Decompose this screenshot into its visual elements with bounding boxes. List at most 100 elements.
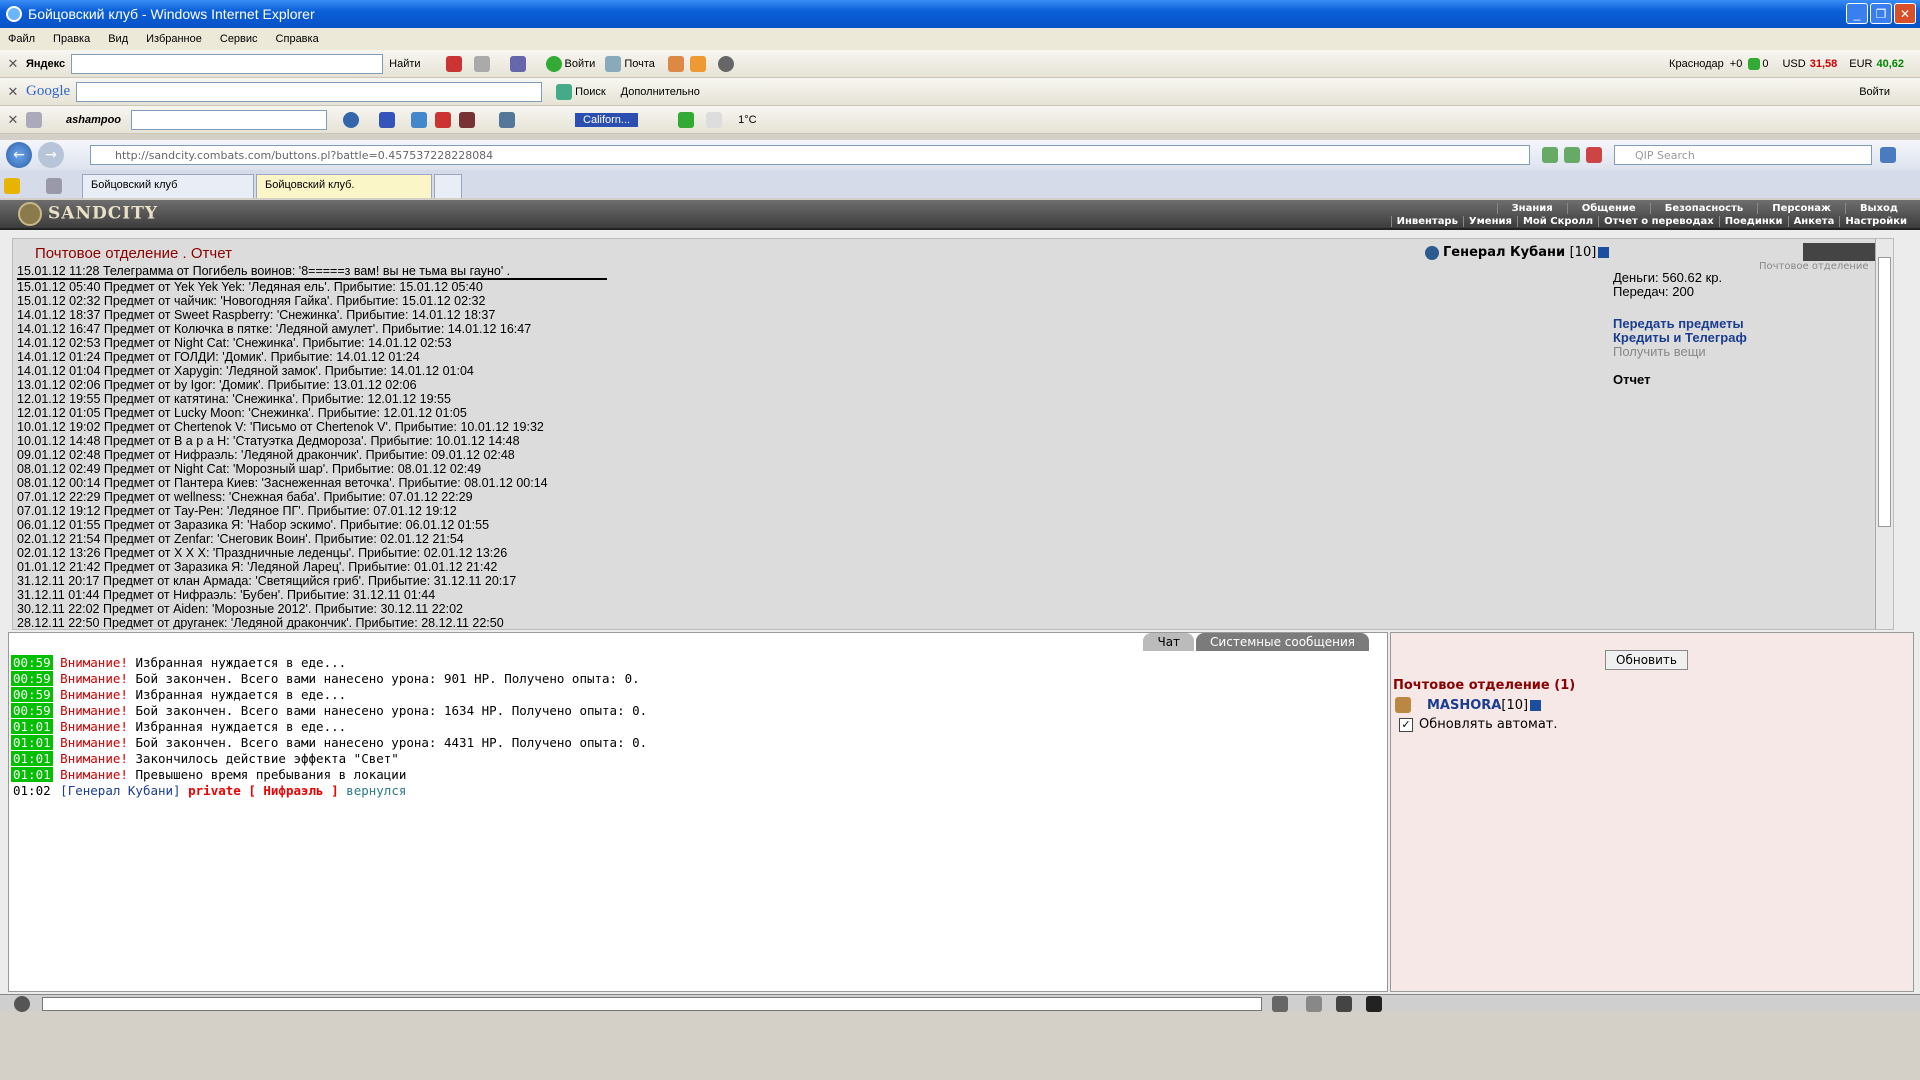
tab-system-messages[interactable]: Системные сообщения [1196, 633, 1369, 651]
nav-communication[interactable]: Общение [1566, 203, 1650, 214]
bookmark-icon[interactable] [445, 55, 462, 72]
auto-refresh-checkbox[interactable]: ✓ [1399, 717, 1413, 732]
menu-help[interactable]: Справка [276, 33, 319, 45]
yandex-search-input[interactable] [71, 53, 384, 74]
send-icon[interactable] [1272, 996, 1288, 1012]
nav-security[interactable]: Безопасность [1649, 203, 1758, 214]
go-icon[interactable] [1564, 147, 1580, 163]
chat-icon[interactable] [473, 55, 490, 72]
quick-tabs-icon[interactable] [46, 178, 62, 194]
app-icon[interactable] [411, 111, 428, 128]
credits-telegraph-link[interactable]: Кредиты и Телеграф [1613, 331, 1747, 345]
nav-profile[interactable]: Анкета [1787, 216, 1840, 227]
url-input[interactable]: http://sandcity.combats.com/buttons.pl?b… [90, 145, 1530, 165]
chat-time[interactable]: 00:59 [11, 655, 53, 670]
online-user[interactable]: MASHORA[10] [1427, 698, 1542, 713]
tab-fight-club-1[interactable]: Бойцовский клуб [82, 174, 254, 198]
chat-time[interactable]: 00:59 [11, 703, 53, 718]
download-icon[interactable] [678, 111, 695, 128]
qip-search-input[interactable]: QIP Search [1614, 145, 1872, 165]
bonus-icon[interactable] [667, 55, 684, 72]
yandex-mail-button[interactable]: Почта [605, 55, 655, 72]
nav-duels[interactable]: Поединки [1718, 216, 1788, 227]
record-icon[interactable] [459, 111, 476, 128]
weather-temp[interactable]: +0 [1730, 58, 1743, 70]
auto-refresh[interactable]: ✓ Обновлять автомат. [1399, 717, 1558, 732]
info-icon[interactable] [1530, 700, 1542, 711]
user-action-icon[interactable] [1395, 697, 1411, 713]
video-icon[interactable] [435, 111, 452, 128]
close-button[interactable]: ✕ [1894, 3, 1916, 24]
smile-icon[interactable] [14, 996, 30, 1012]
google-login-button[interactable]: Войти [1859, 86, 1890, 98]
eur-rate[interactable]: 40,62 [1876, 58, 1904, 70]
translate-icon[interactable] [509, 55, 526, 72]
menu-tools[interactable]: Сервис [220, 33, 258, 45]
globe-icon[interactable] [343, 111, 360, 128]
chat-time[interactable]: 01:01 [11, 767, 53, 782]
chat-time[interactable]: 01:01 [11, 735, 53, 750]
weather-value[interactable]: 1°C [738, 114, 756, 126]
facebook-icon[interactable] [379, 111, 396, 128]
nav-knowledge[interactable]: Знания [1496, 203, 1567, 214]
close-toolbar-icon[interactable]: ✕ [0, 84, 26, 100]
player-name[interactable]: Генерал Кубани [1443, 245, 1565, 260]
refresh-button[interactable]: Обновить [1605, 650, 1688, 670]
tab-fight-club-2[interactable]: Бойцовский клуб. [256, 174, 432, 198]
chat-time[interactable]: 01:01 [11, 751, 53, 766]
weather-icon[interactable] [499, 111, 516, 128]
menu-file[interactable]: Файл [8, 33, 35, 45]
stop-icon[interactable] [1586, 147, 1602, 163]
back-link[interactable]: Почтовое отделение [1759, 261, 1869, 272]
back-icon[interactable]: ← [6, 142, 32, 168]
scrollbar[interactable] [1875, 239, 1893, 629]
yandex-login-button[interactable]: Войти [545, 55, 595, 72]
ashampoo-search-input[interactable] [131, 109, 328, 130]
minimize-button[interactable]: _ [1846, 3, 1868, 24]
clear-icon[interactable] [1306, 996, 1322, 1012]
close-toolbar-icon[interactable]: ✕ [0, 112, 26, 128]
chat-private[interactable]: private [ Нифраэль ] [188, 783, 339, 798]
filter-icon[interactable] [1336, 996, 1352, 1012]
info-icon[interactable] [1598, 247, 1610, 258]
google-search-button[interactable]: Поиск [556, 83, 606, 100]
chat-input[interactable] [42, 997, 1262, 1011]
nav-scroll[interactable]: Мой Скролл [1516, 216, 1598, 227]
menu-icon[interactable] [26, 111, 42, 128]
tab-chat[interactable]: Чат [1143, 633, 1195, 651]
nav-character[interactable]: Персонаж [1757, 203, 1845, 214]
chat-time[interactable]: 00:59 [11, 671, 53, 686]
book-icon[interactable] [1366, 996, 1382, 1012]
google-search-input[interactable] [76, 81, 543, 102]
yandex-find-button[interactable]: Найти [389, 58, 420, 70]
usd-rate[interactable]: 31,58 [1810, 58, 1838, 70]
google-more-button[interactable]: Дополнительно [621, 86, 700, 98]
weather-city[interactable]: Краснодар [1669, 58, 1724, 70]
nav-skills[interactable]: Умения [1462, 216, 1517, 227]
star-icon[interactable] [689, 55, 706, 72]
nav-inventory[interactable]: Инвентарь [1390, 216, 1463, 227]
menu-view[interactable]: Вид [108, 33, 128, 45]
radio-station[interactable]: Californ... [575, 112, 639, 127]
chat-time[interactable]: 00:59 [11, 687, 53, 702]
chat-time[interactable]: 01:01 [11, 719, 53, 734]
favorites-star-icon[interactable] [4, 178, 20, 194]
search-icon[interactable] [1880, 147, 1896, 163]
close-toolbar-icon[interactable]: ✕ [0, 56, 26, 72]
chat-time[interactable]: 01:02 [11, 783, 53, 798]
gear-icon[interactable] [717, 55, 734, 72]
menu-favorites[interactable]: Избранное [146, 33, 202, 45]
google-logo: Google [26, 83, 71, 99]
nav-settings[interactable]: Настройки [1839, 216, 1912, 227]
new-tab-button[interactable] [434, 174, 462, 198]
transfer-items-link[interactable]: Передать предметы [1613, 317, 1747, 331]
mail-icon[interactable] [706, 111, 723, 128]
menu-edit[interactable]: Правка [53, 33, 90, 45]
mail-count[interactable]: 0 [1762, 58, 1768, 70]
nav-transfer-report[interactable]: Отчет о переводах [1598, 216, 1719, 227]
chat-sender[interactable]: [Генерал Кубани] [60, 783, 180, 798]
nav-exit[interactable]: Выход [1844, 203, 1912, 214]
refresh-icon[interactable] [1542, 147, 1558, 163]
forward-icon[interactable]: → [38, 142, 64, 168]
maximize-button[interactable]: ❐ [1870, 3, 1892, 24]
